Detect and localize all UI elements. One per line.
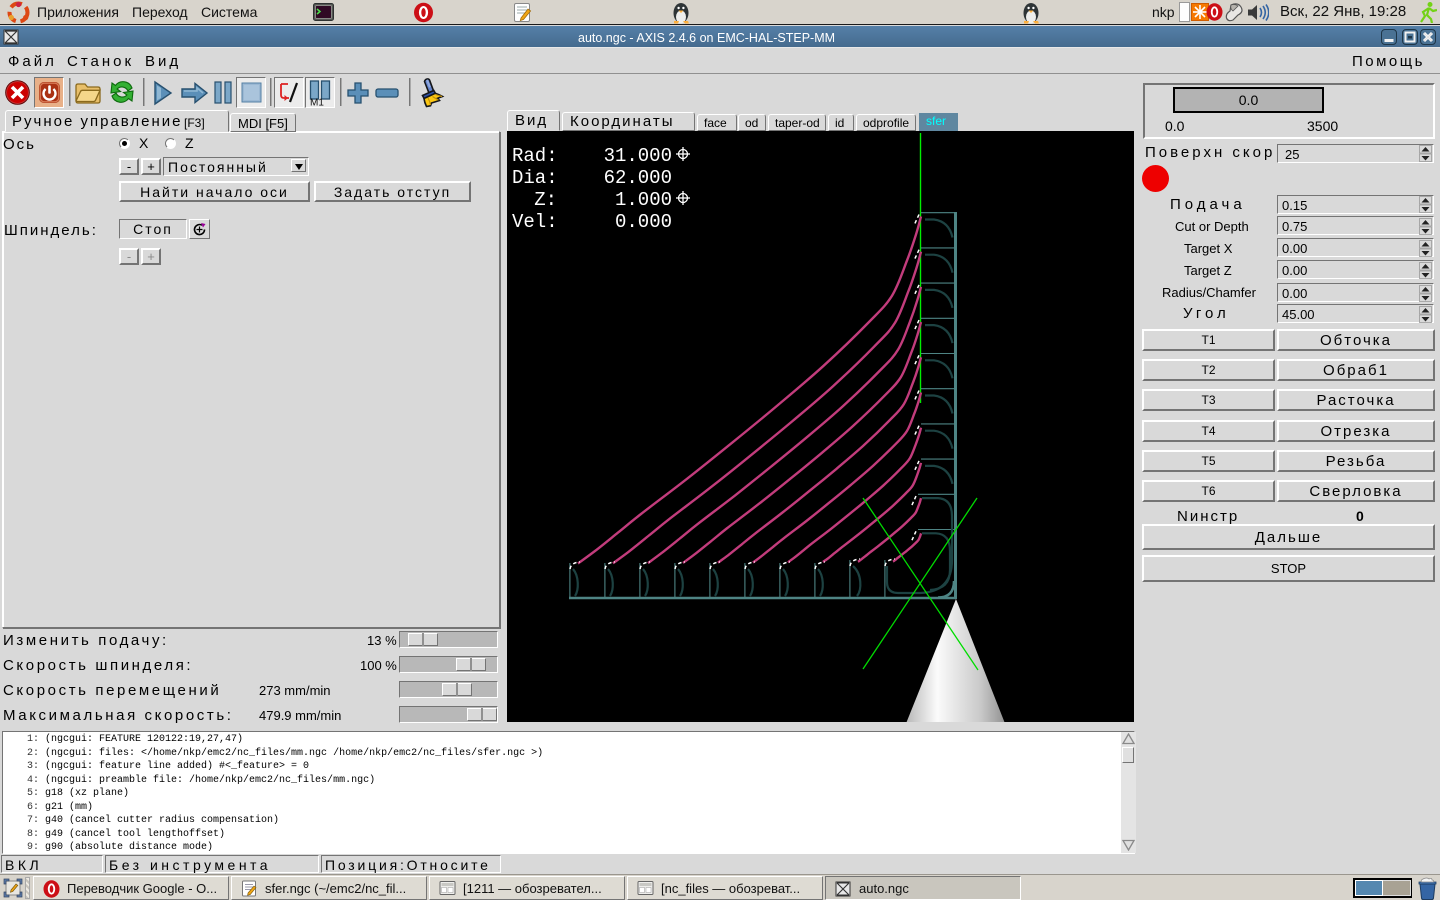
svg-text:Dia:: Dia: <box>512 167 558 189</box>
svg-text:Z:: Z: <box>534 189 557 211</box>
svg-text:31.000: 31.000 <box>604 145 672 167</box>
svg-text:62.000: 62.000 <box>604 167 672 189</box>
svg-text:Rad:: Rad: <box>512 145 558 167</box>
svg-text:M1: M1 <box>310 98 324 107</box>
svg-text:1.000: 1.000 <box>615 189 672 211</box>
svg-text:0.000: 0.000 <box>615 211 672 233</box>
svg-text:Vel:: Vel: <box>512 211 558 233</box>
